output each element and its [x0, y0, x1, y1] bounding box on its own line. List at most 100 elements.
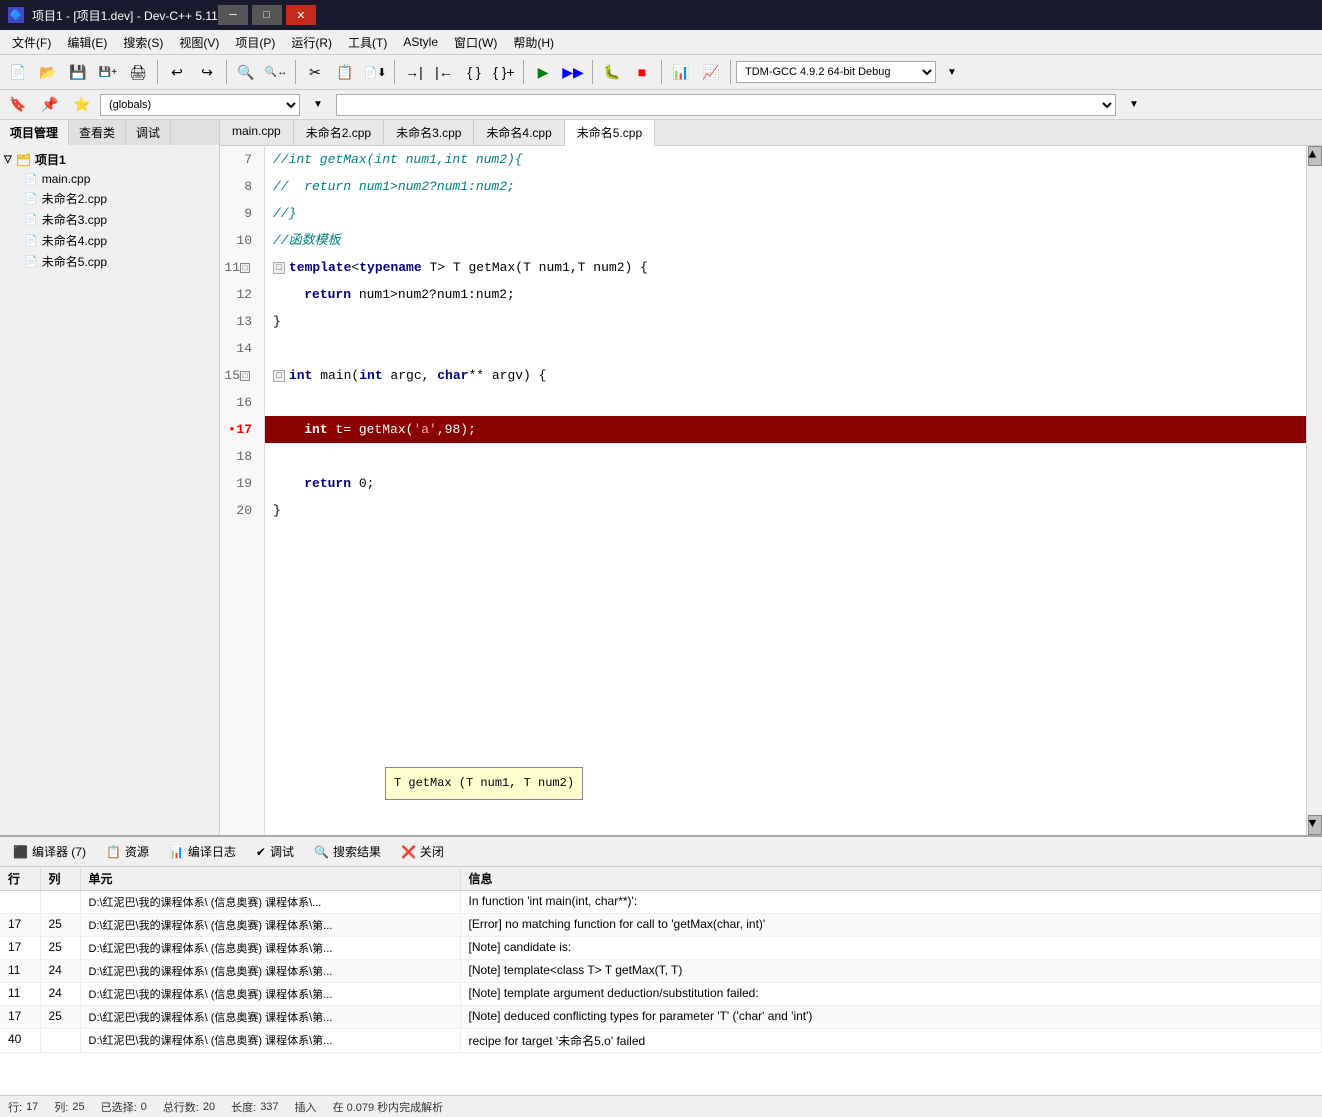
- comment-button[interactable]: { }: [460, 58, 488, 86]
- compiler-combo[interactable]: TDM-GCC 4.9.2 64-bit Debug: [736, 61, 936, 83]
- error-row-3[interactable]: 1124D:\红泥巴\我的课程体系\ (信息奥赛) 课程体系\第...[Note…: [0, 960, 1322, 983]
- tab-unnamed4[interactable]: 未命名4.cpp: [474, 120, 564, 145]
- error-row-6[interactable]: 40D:\红泥巴\我的课程体系\ (信息奥赛) 课程体系\第...recipe …: [0, 1029, 1322, 1053]
- scrollbar-down-arrow[interactable]: ▼: [1308, 815, 1322, 835]
- uncomment-button[interactable]: { }+: [490, 58, 518, 86]
- title-icon: 🔷: [8, 7, 24, 23]
- menu-file[interactable]: 文件(F): [4, 32, 59, 53]
- file-icon-3: 📄: [24, 213, 38, 226]
- menu-run[interactable]: 运行(R): [283, 32, 340, 53]
- print-button[interactable]: 🖨: [124, 58, 152, 86]
- error-row-1[interactable]: 1725D:\红泥巴\我的课程体系\ (信息奥赛) 课程体系\第...[Erro…: [0, 914, 1322, 937]
- file-icon-5: 📄: [24, 255, 38, 268]
- error-cell-row-2: 17: [0, 937, 40, 960]
- tab-unnamed3[interactable]: 未命名3.cpp: [384, 120, 474, 145]
- chart-button[interactable]: 📊: [667, 58, 695, 86]
- sidebar-tab-project[interactable]: 项目管理: [0, 120, 69, 145]
- status-selected: 已选择: 0: [101, 1099, 147, 1115]
- sidebar-tab-debug[interactable]: 调试: [126, 120, 171, 145]
- compiler-combo-arrow[interactable]: ▼: [938, 58, 966, 86]
- mode-value: 插入: [295, 1099, 317, 1115]
- code-view[interactable]: 7 8 9 10 11 □ 12 13 14 15 □ 16 17 18 19 …: [220, 146, 1322, 835]
- menu-tools[interactable]: 工具(T): [340, 32, 395, 53]
- stop-button[interactable]: ■: [628, 58, 656, 86]
- fold-btn-15[interactable]: □: [273, 370, 285, 382]
- cut-button[interactable]: ✂: [301, 58, 329, 86]
- tab-main[interactable]: main.cpp: [220, 120, 294, 145]
- menu-help[interactable]: 帮助(H): [505, 32, 562, 53]
- bookmark2-button[interactable]: 📌: [36, 91, 64, 119]
- open-button[interactable]: 📂: [34, 58, 62, 86]
- error-row-4[interactable]: 1124D:\红泥巴\我的课程体系\ (信息奥赛) 课程体系\第...[Note…: [0, 983, 1322, 1006]
- code-line-19: return 0;: [265, 470, 1306, 497]
- main-area: 项目管理 查看类 调试 ▽ 🗂 项目1 📄 main.cpp 📄 未命名2.cp…: [0, 120, 1322, 835]
- toolbar-separator-1: [157, 60, 158, 84]
- bottom-tab-close[interactable]: ❌ 关闭: [392, 839, 453, 864]
- sidebar-item-unnamed3[interactable]: 📄 未命名3.cpp: [4, 209, 215, 230]
- sidebar-tree: ▽ 🗂 项目1 📄 main.cpp 📄 未命名2.cpp 📄 未命名3.cpp…: [0, 145, 219, 835]
- menu-window[interactable]: 窗口(W): [446, 32, 505, 53]
- bottom-tab-log[interactable]: 📊 编译日志: [160, 839, 245, 864]
- bottom-tab-search[interactable]: 🔍 搜索结果: [305, 839, 390, 864]
- error-cell-row-6: 40: [0, 1029, 40, 1053]
- menu-astyle[interactable]: AStyle: [395, 33, 446, 51]
- scrollbar-vertical[interactable]: ▲ ▼: [1306, 146, 1322, 835]
- globals-combo-arrow[interactable]: ▼: [304, 91, 332, 119]
- error-row-2[interactable]: 1725D:\红泥巴\我的课程体系\ (信息奥赛) 课程体系\第...[Note…: [0, 937, 1322, 960]
- copy-button[interactable]: 📋: [331, 58, 359, 86]
- find-button[interactable]: 🔍: [232, 58, 260, 86]
- resources-tab-label: 资源: [125, 843, 149, 860]
- menu-search[interactable]: 搜索(S): [115, 32, 171, 53]
- close-button[interactable]: ✕: [286, 5, 316, 25]
- tab-unnamed2[interactable]: 未命名2.cpp: [294, 120, 384, 145]
- redo-button[interactable]: ↪: [193, 58, 221, 86]
- error-row-0[interactable]: D:\红泥巴\我的课程体系\ (信息奥赛) 课程体系\...In functio…: [0, 891, 1322, 914]
- bottom-panel: ⬛ 编译器 (7) 📋 资源 📊 编译日志 ✔ 调试 🔍 搜索结果 ❌ 关闭: [0, 835, 1322, 1095]
- maximize-button[interactable]: □: [252, 5, 282, 25]
- tab-unnamed5[interactable]: 未命名5.cpp: [565, 120, 655, 146]
- bottom-tab-resources[interactable]: 📋 资源: [97, 839, 158, 864]
- sidebar-tab-class[interactable]: 查看类: [69, 120, 126, 145]
- debug-button[interactable]: 🐛: [598, 58, 626, 86]
- indent-button[interactable]: →|: [400, 58, 428, 86]
- scope-combo-arrow[interactable]: ▼: [1120, 91, 1148, 119]
- menu-project[interactable]: 项目(P): [227, 32, 283, 53]
- scrollbar-up-arrow[interactable]: ▲: [1308, 146, 1322, 166]
- undo-button[interactable]: ↩: [163, 58, 191, 86]
- paste-button[interactable]: 📄⬇: [361, 58, 389, 86]
- code-line-7: //int getMax(int num1,int num2){: [265, 146, 1306, 173]
- linenum-17: 17: [220, 416, 258, 443]
- bottom-tab-compiler[interactable]: ⬛ 编译器 (7): [4, 839, 95, 864]
- error-cell-unit-6: D:\红泥巴\我的课程体系\ (信息奥赛) 课程体系\第...: [80, 1029, 460, 1053]
- fold-btn-11[interactable]: □: [273, 262, 285, 274]
- unindent-button[interactable]: |←: [430, 58, 458, 86]
- run-button[interactable]: ▶▶: [559, 58, 587, 86]
- globals-combo[interactable]: (globals): [100, 94, 300, 116]
- save-button[interactable]: 💾: [64, 58, 92, 86]
- bookmark3-button[interactable]: ⭐: [68, 91, 96, 119]
- minimize-button[interactable]: ─: [218, 5, 248, 25]
- code-line-18: T getMax (T num1, T num2): [265, 443, 1306, 470]
- menu-edit[interactable]: 编辑(E): [59, 32, 115, 53]
- code-content[interactable]: //int getMax(int num1,int num2){ // retu…: [265, 146, 1306, 835]
- file-icon-2: 📄: [24, 192, 38, 205]
- close-tab-label: 关闭: [420, 843, 444, 860]
- sidebar-item-unnamed4[interactable]: 📄 未命名4.cpp: [4, 230, 215, 251]
- error-cell-col-0: [40, 891, 80, 914]
- find-replace-button[interactable]: 🔍↔: [262, 58, 290, 86]
- filename-unnamed4: 未命名4.cpp: [42, 232, 107, 249]
- error-row-5[interactable]: 1725D:\红泥巴\我的课程体系\ (信息奥赛) 课程体系\第...[Note…: [0, 1006, 1322, 1029]
- error-cell-row-3: 11: [0, 960, 40, 983]
- sidebar-item-unnamed5[interactable]: 📄 未命名5.cpp: [4, 251, 215, 272]
- new-button[interactable]: 📄: [4, 58, 32, 86]
- save-all-button[interactable]: 💾+: [94, 58, 122, 86]
- bookmark-button[interactable]: 🔖: [4, 91, 32, 119]
- menu-view[interactable]: 视图(V): [171, 32, 227, 53]
- profile-button[interactable]: 📈: [697, 58, 725, 86]
- bottom-tab-debug[interactable]: ✔ 调试: [247, 839, 303, 864]
- compile-button[interactable]: ▶: [529, 58, 557, 86]
- sidebar-item-unnamed2[interactable]: 📄 未命名2.cpp: [4, 188, 215, 209]
- scope-combo[interactable]: [336, 94, 1116, 116]
- error-table-area[interactable]: 行 列 单元 信息 D:\红泥巴\我的课程体系\ (信息奥赛) 课程体系\...…: [0, 867, 1322, 1095]
- sidebar-item-main[interactable]: 📄 main.cpp: [4, 170, 215, 188]
